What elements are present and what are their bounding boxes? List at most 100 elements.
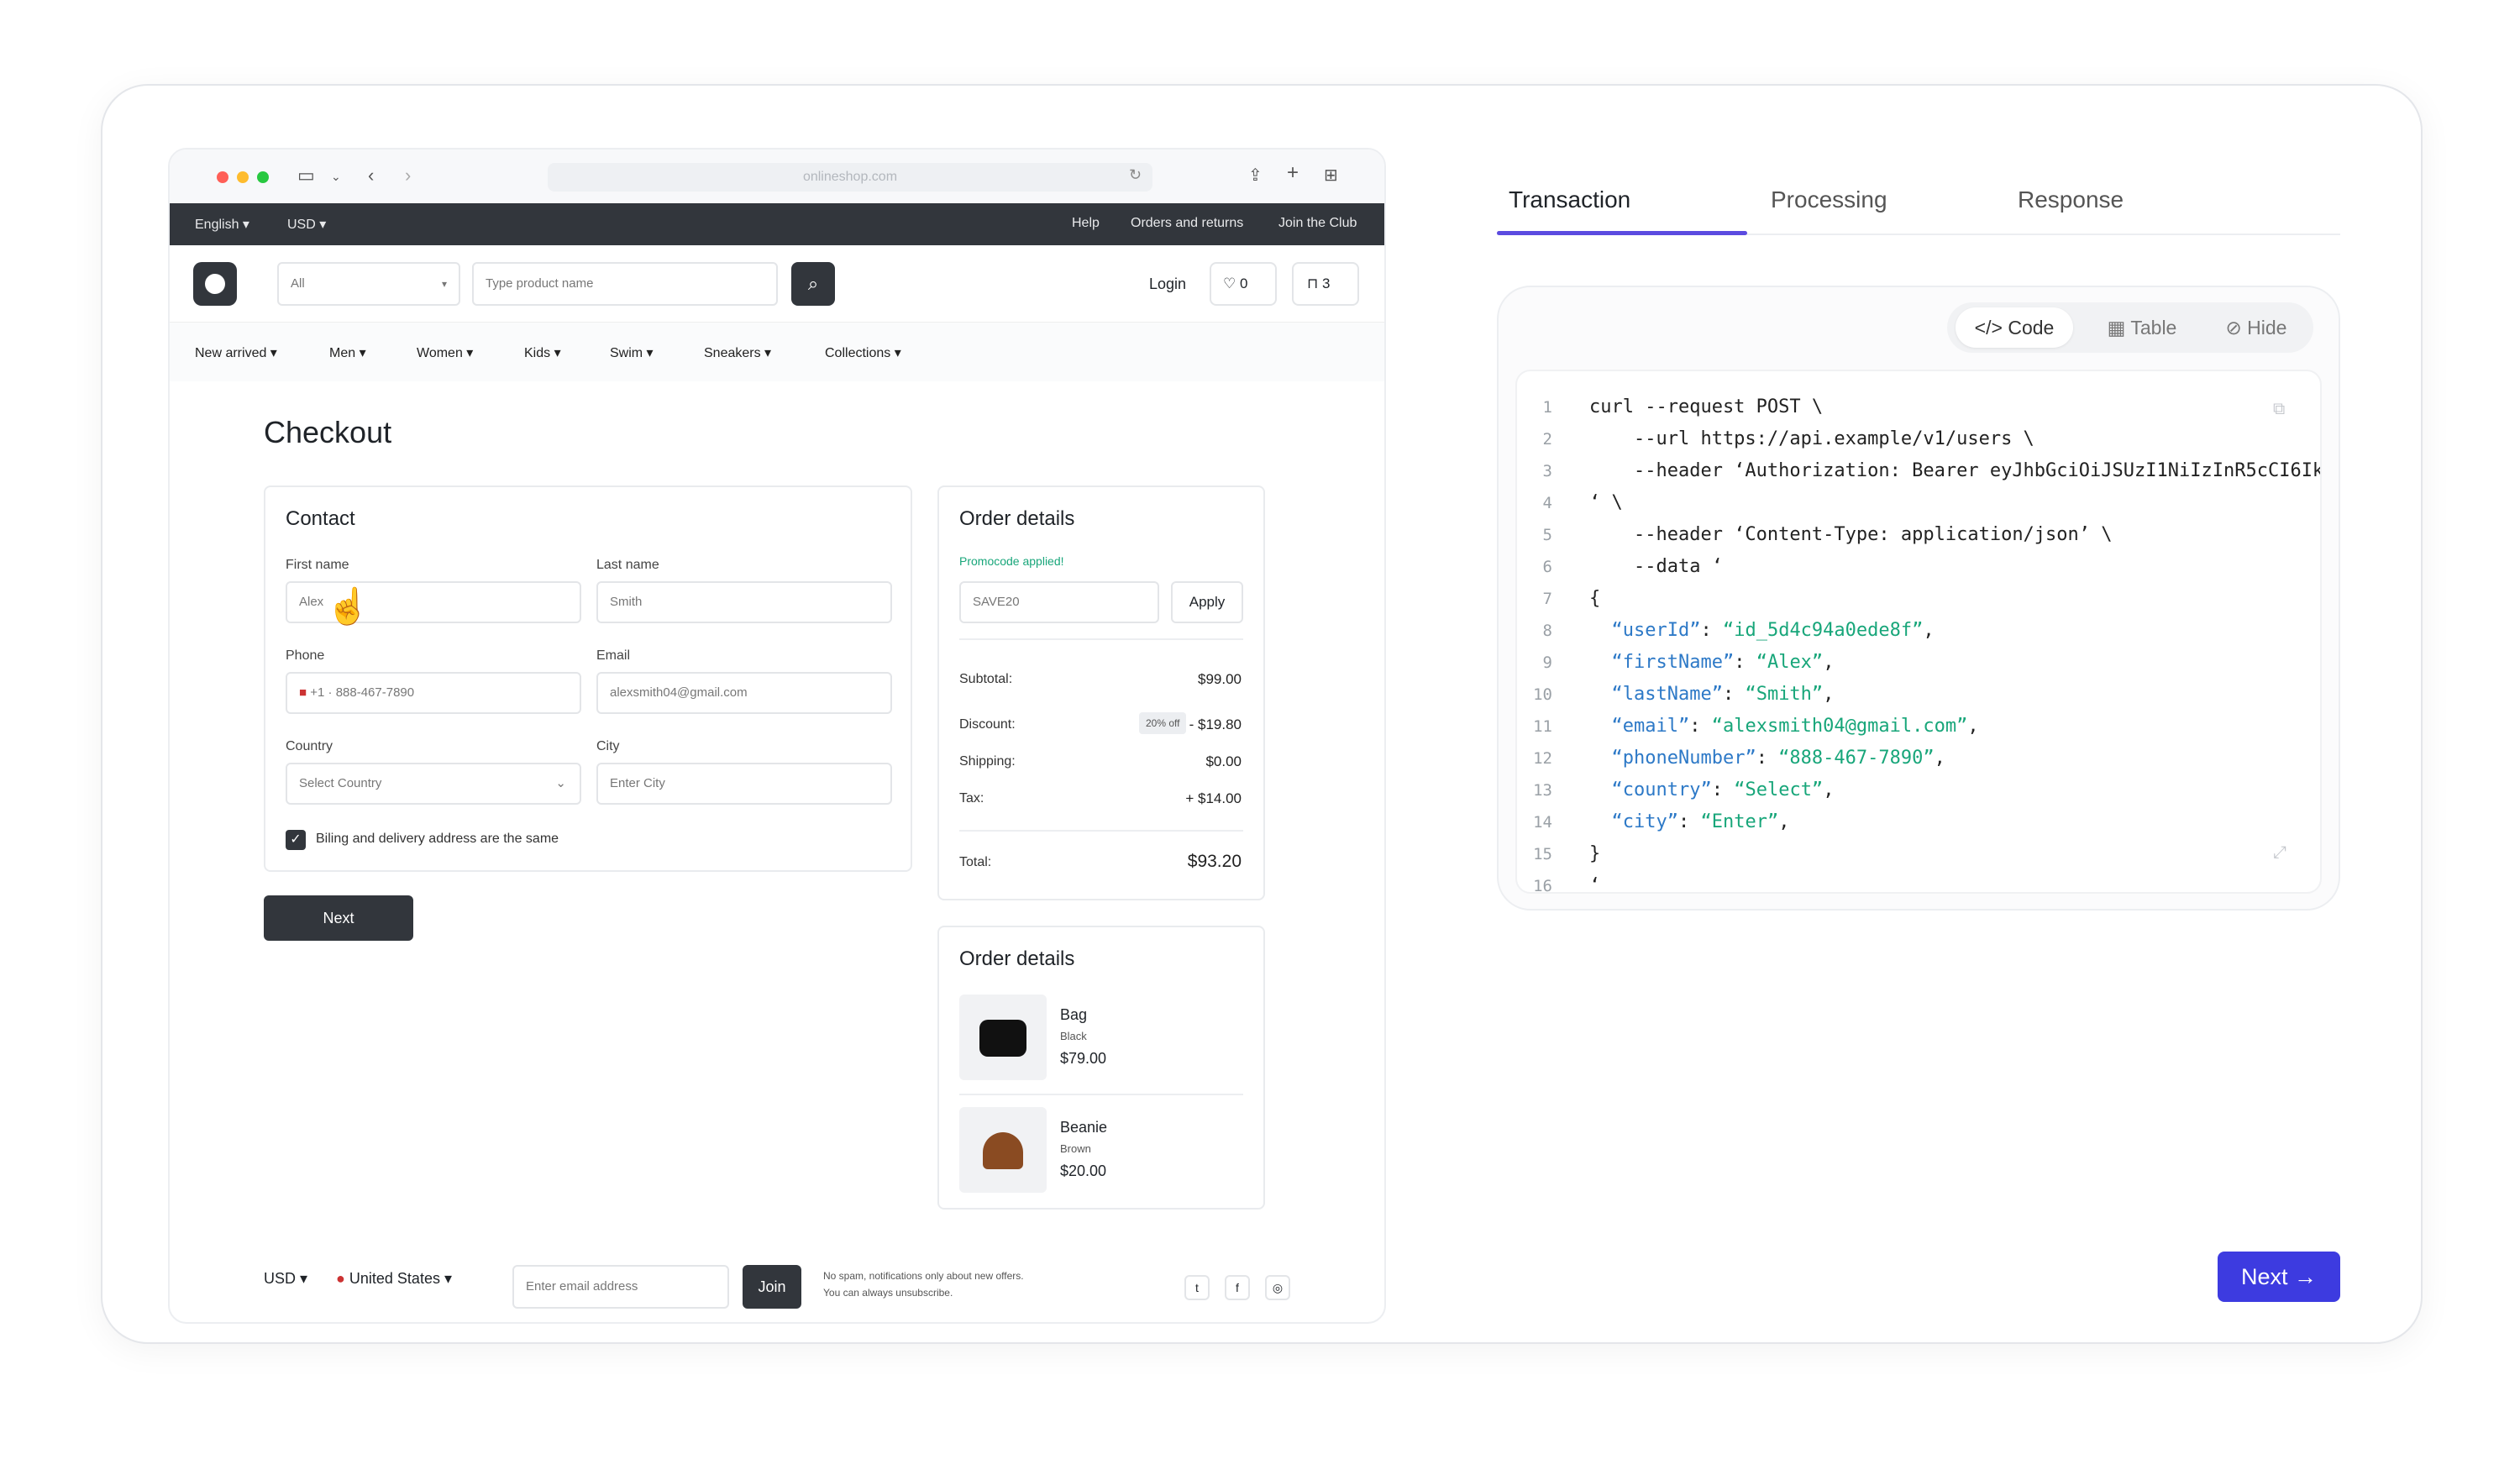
beanie-thumbnail[interactable] xyxy=(959,1107,1047,1193)
orders-returns-link[interactable]: Orders and returns xyxy=(1131,216,1243,231)
nav-item-kids[interactable]: Kids ▾ xyxy=(524,344,561,361)
browser-chrome: ▭ ⌄ ‹ › onlineshop.com ↻ ⇪ + ⊞ xyxy=(170,150,1384,203)
shop-topbar: English ▾ USD ▾ Help Orders and returns … xyxy=(170,203,1384,245)
line-number: 13 xyxy=(1533,781,1552,800)
footer-country-select[interactable]: ● United States ▾ xyxy=(336,1270,452,1288)
city-field[interactable]: Enter City xyxy=(596,763,892,805)
search-button[interactable]: ⌕ xyxy=(791,262,835,306)
tab-processing[interactable]: Processing xyxy=(1771,186,1887,213)
nav-item-women[interactable]: Women ▾ xyxy=(417,344,473,361)
nav-item-new-arrived[interactable]: New arrived ▾ xyxy=(195,344,277,361)
facebook-icon[interactable]: f xyxy=(1225,1275,1250,1300)
email-field[interactable]: alexsmith04@gmail.com xyxy=(596,672,892,714)
wishlist-button[interactable]: ♡ 0 xyxy=(1210,262,1277,306)
bag-thumbnail[interactable] xyxy=(959,995,1047,1080)
json-line: “lastName”: “Smith”, xyxy=(1611,684,1835,705)
first-name-label: First name xyxy=(286,558,349,572)
newsletter-note: You can always unsubscribe. xyxy=(823,1287,953,1299)
currency-select[interactable]: USD ▾ xyxy=(287,216,326,233)
eye-off-icon: ⊘ xyxy=(2225,317,2242,339)
chevron-down-icon[interactable]: ⌄ xyxy=(331,170,341,184)
order-details-title: Order details xyxy=(959,507,1075,530)
view-mode-hide-button[interactable]: ⊘ Hide xyxy=(2206,307,2307,348)
expand-icon[interactable]: ⤢ xyxy=(2273,843,2286,863)
url-bar[interactable]: onlineshop.com xyxy=(548,163,1152,192)
phone-field[interactable]: ■ +1 · 888-467-7890 xyxy=(286,672,581,714)
code-line: { xyxy=(1589,588,1601,609)
json-line: “country”: “Select”, xyxy=(1611,779,1835,800)
nav-item-men[interactable]: Men ▾ xyxy=(329,344,366,361)
help-link[interactable]: Help xyxy=(1072,216,1100,231)
twitter-icon[interactable]: t xyxy=(1184,1275,1210,1300)
us-flag-icon: ● xyxy=(336,1270,345,1287)
close-dot-icon[interactable] xyxy=(217,171,228,183)
discount-badge: 20% off xyxy=(1139,712,1187,734)
order-details-card: Order details Promocode applied! SAVE20 … xyxy=(937,485,1265,900)
forward-icon[interactable]: › xyxy=(405,165,411,186)
shop-logo[interactable] xyxy=(193,262,237,306)
last-name-field[interactable]: Smith xyxy=(596,581,892,623)
chevron-down-icon: ⌄ xyxy=(555,776,566,790)
line-number: 14 xyxy=(1533,813,1552,832)
tab-response[interactable]: Response xyxy=(2018,186,2124,213)
line-number: 6 xyxy=(1542,558,1552,576)
line-number: 4 xyxy=(1542,494,1552,512)
tab-active-indicator xyxy=(1497,231,1747,235)
code-line: ‘ \ xyxy=(1589,492,1623,513)
back-icon[interactable]: ‹ xyxy=(368,165,374,186)
item-name: Bag xyxy=(1060,1006,1088,1023)
tabs-grid-icon[interactable]: ⊞ xyxy=(1324,165,1338,186)
line-number: 16 xyxy=(1533,877,1552,894)
email-label: Email xyxy=(596,648,631,663)
new-tab-icon[interactable]: + xyxy=(1287,161,1299,185)
promo-status: Promocode applied! xyxy=(959,554,1064,568)
code-line: ‘ xyxy=(1589,875,1601,894)
code-line: } xyxy=(1589,843,1601,864)
nav-item-collections[interactable]: Collections ▾ xyxy=(825,344,901,361)
code-line: --header ‘Authorization: Bearer eyJhbGci… xyxy=(1589,460,2322,481)
line-number: 1 xyxy=(1542,398,1552,417)
product-search-input[interactable]: Type product name xyxy=(472,262,778,306)
country-select[interactable]: Select Country ⌄ xyxy=(286,763,581,805)
minimize-dot-icon[interactable] xyxy=(237,171,249,183)
login-link[interactable]: Login xyxy=(1149,276,1186,293)
country-label: Country xyxy=(286,739,333,753)
view-mode-table-button[interactable]: ▦ Table xyxy=(2092,307,2192,348)
join-button[interactable]: Join xyxy=(743,1265,801,1309)
nav-item-swim[interactable]: Swim ▾ xyxy=(610,344,654,361)
category-select[interactable]: All ▾ xyxy=(277,262,460,306)
language-select[interactable]: English ▾ xyxy=(195,216,249,233)
item-name: Beanie xyxy=(1060,1119,1108,1136)
footer-currency-select[interactable]: USD ▾ xyxy=(264,1270,307,1288)
shipping-label: Shipping: xyxy=(959,754,1016,769)
search-icon: ⌕ xyxy=(807,273,819,294)
line-number: 11 xyxy=(1533,717,1552,736)
promo-code-input[interactable]: SAVE20 xyxy=(959,581,1159,623)
code-block: 1 2 3 4 5 6 7 8 9 10 11 12 13 14 15 16 c… xyxy=(1515,370,2322,894)
line-number: 3 xyxy=(1542,462,1552,480)
nav-item-sneakers[interactable]: Sneakers ▾ xyxy=(704,344,771,361)
item-color: Brown xyxy=(1060,1142,1091,1155)
json-line: “phoneNumber”: “888-467-7890”, xyxy=(1611,748,1945,769)
code-line: --url https://api.example/v1/users \ xyxy=(1589,428,2034,449)
share-icon[interactable]: ⇪ xyxy=(1248,165,1263,186)
apply-button[interactable]: Apply xyxy=(1171,581,1243,623)
json-line: “city”: “Enter”, xyxy=(1611,811,1790,832)
sidebar-icon[interactable]: ▭ xyxy=(297,165,315,186)
reload-icon[interactable]: ↻ xyxy=(1129,166,1142,184)
join-club-link[interactable]: Join the Club xyxy=(1278,216,1357,231)
tab-transaction[interactable]: Transaction xyxy=(1509,186,1630,213)
maximize-dot-icon[interactable] xyxy=(257,171,269,183)
view-mode-code-button[interactable]: </> Code xyxy=(1956,307,2073,348)
tax-label: Tax: xyxy=(959,791,984,806)
checkout-next-button[interactable]: Next xyxy=(264,895,413,941)
panel-next-button[interactable]: Next → xyxy=(2218,1252,2340,1302)
cart-button[interactable]: ⊓ 3 xyxy=(1292,262,1359,306)
subtotal-value: $99.00 xyxy=(1198,671,1242,687)
copy-icon[interactable]: ⧉ xyxy=(2273,400,2285,419)
item-price: $79.00 xyxy=(1060,1050,1107,1067)
same-address-checkbox[interactable]: ✓ xyxy=(286,830,306,850)
instagram-icon[interactable]: ◎ xyxy=(1265,1275,1290,1300)
code-line: --header ‘Content-Type: application/json… xyxy=(1589,524,2113,545)
newsletter-email-input[interactable]: Enter email address xyxy=(512,1265,729,1309)
